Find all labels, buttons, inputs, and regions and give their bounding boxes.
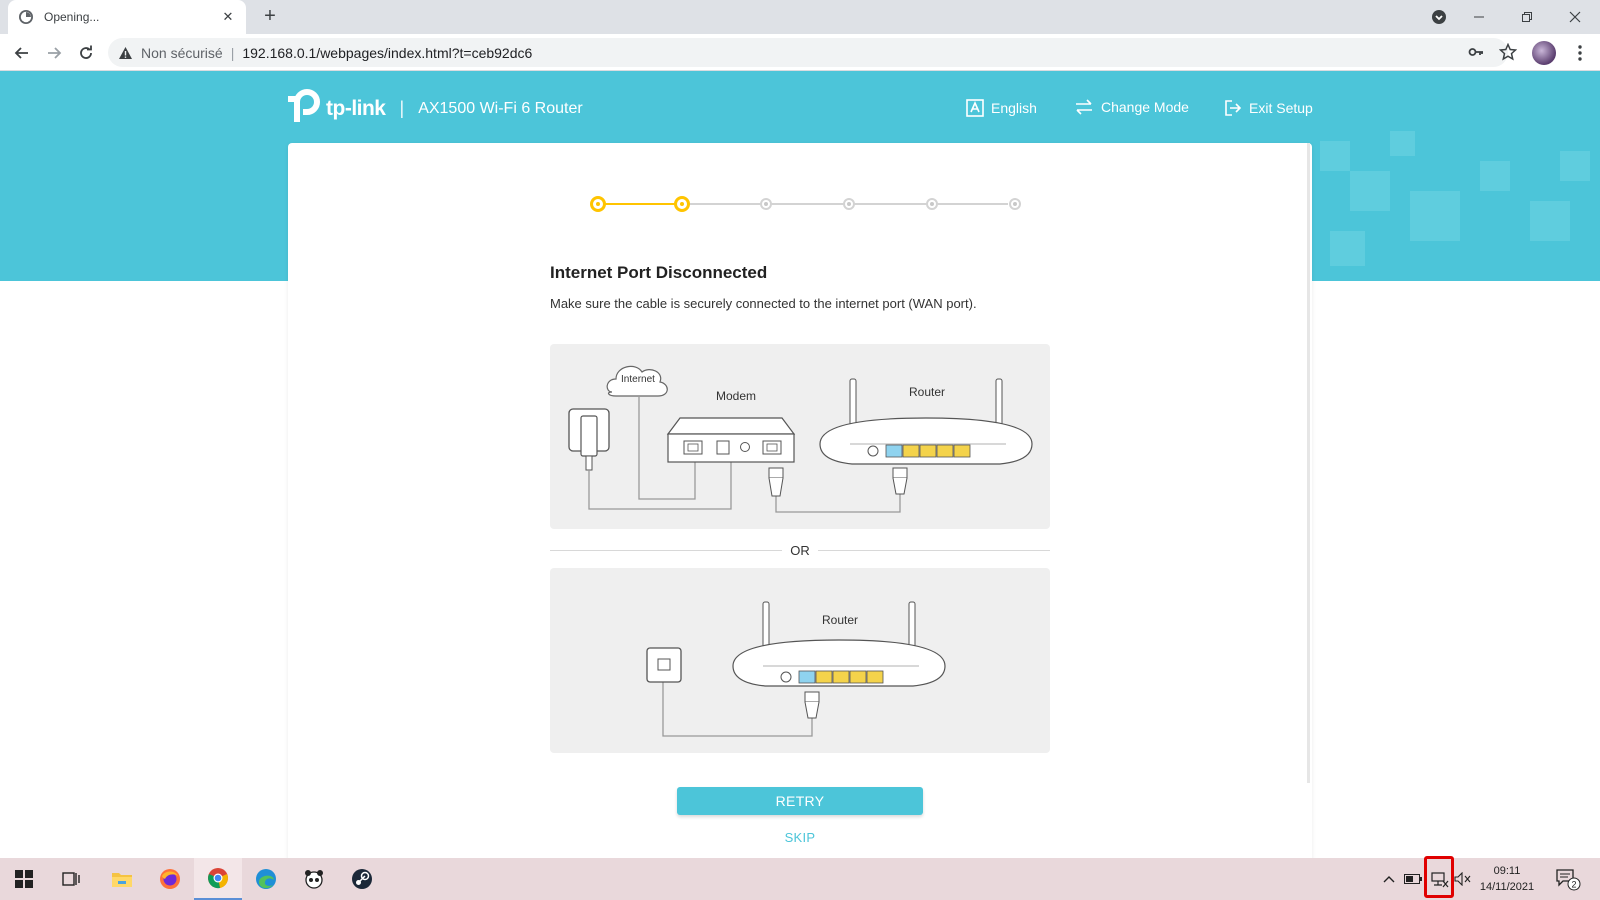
tp-link-logo-icon (288, 88, 322, 129)
chrome-button[interactable] (194, 858, 242, 900)
start-button[interactable] (0, 858, 48, 900)
chevron-up-icon (1383, 876, 1395, 883)
panda-icon (305, 870, 323, 889)
arrow-left-icon (14, 47, 28, 59)
step-2-indicator (674, 196, 690, 212)
step-connector-done (598, 203, 682, 205)
exit-icon (1224, 99, 1242, 117)
folder-icon (112, 873, 132, 887)
language-selector[interactable]: English (966, 99, 1037, 117)
battery-tray-icon[interactable] (1402, 858, 1424, 900)
key-icon (1468, 48, 1483, 56)
app-launcher-button[interactable] (290, 858, 338, 900)
action-center-button[interactable]: 2 (1550, 858, 1586, 900)
change-mode-icon (1074, 99, 1094, 115)
change-mode-link[interactable]: Change Mode (1074, 99, 1189, 115)
url-text[interactable]: 192.168.0.1/webpages/index.html?t=ceb92d… (242, 45, 532, 61)
edge-icon (256, 869, 276, 889)
address-separator: | (230, 44, 235, 61)
step-1-indicator (590, 196, 606, 212)
arrow-right-icon (48, 47, 62, 59)
browser-toolbar: Non sécurisé | 192.168.0.1/webpages/inde… (0, 34, 1600, 71)
close-window-button[interactable] (1552, 0, 1598, 34)
page-title: Internet Port Disconnected (550, 263, 768, 282)
star-icon (1499, 43, 1517, 61)
windows-logo-icon (15, 870, 33, 888)
show-hidden-icons-button[interactable] (1378, 858, 1400, 900)
highlight-annotation (1424, 856, 1454, 898)
power-outlet-icon (568, 408, 610, 471)
router-model-title: AX1500 Wi-Fi 6 Router (418, 99, 583, 117)
ethernet-wall-port-icon (646, 647, 682, 683)
warning-triangle-icon[interactable] (118, 46, 133, 60)
minimize-button[interactable] (1456, 0, 1502, 34)
restore-icon (1522, 12, 1532, 22)
back-button[interactable] (8, 39, 36, 67)
brand-header: tp-link | AX1500 Wi-Fi 6 Router (288, 88, 583, 129)
step-3-indicator (760, 198, 772, 210)
steam-button[interactable] (338, 858, 386, 900)
router-label-2: Router (822, 613, 858, 627)
edge-button[interactable] (242, 858, 290, 900)
modem-router-diagram: Internet Modem Router (550, 344, 1050, 529)
restore-button[interactable] (1504, 0, 1550, 34)
firefox-button[interactable] (146, 858, 194, 900)
browser-menu-button[interactable] (1568, 41, 1592, 65)
task-view-button[interactable] (48, 858, 96, 900)
step-5-indicator (926, 198, 938, 210)
loading-globe-icon (18, 9, 34, 25)
speaker-muted-icon (1454, 872, 1471, 886)
clock-date: 14/11/2021 (1479, 881, 1535, 893)
more-vertical-icon (1578, 45, 1582, 61)
exit-setup-link[interactable]: Exit Setup (1224, 99, 1313, 117)
steam-icon (352, 869, 372, 889)
security-status-label: Non sécurisé (141, 44, 223, 61)
task-view-icon (62, 872, 80, 886)
page-description: Make sure the cable is securely connecte… (550, 296, 977, 311)
notification-icon: 2 (1556, 869, 1581, 891)
file-explorer-button[interactable] (98, 858, 146, 900)
wall-port-router-diagram: Router (550, 568, 1050, 753)
browser-tab-strip: Opening... ✕ + (0, 0, 1600, 34)
step-6-indicator (1009, 198, 1021, 210)
windows-taskbar: 09:11 14/11/2021 2 (0, 858, 1600, 900)
close-icon (1569, 11, 1581, 23)
card-scrollbar[interactable] (1307, 143, 1310, 783)
chrome-icon (208, 868, 228, 889)
progress-stepper (590, 196, 1021, 212)
retry-button[interactable]: RETRY (677, 787, 923, 815)
router-label: Router (909, 385, 945, 399)
system-clock[interactable]: 09:11 14/11/2021 (1474, 863, 1540, 895)
exit-setup-label: Exit Setup (1249, 100, 1313, 116)
skip-link[interactable]: SKIP (770, 830, 830, 845)
browser-tab[interactable]: Opening... ✕ (8, 0, 246, 34)
profile-avatar[interactable] (1532, 41, 1556, 65)
reload-button[interactable] (72, 39, 100, 67)
or-label: OR (782, 543, 818, 558)
chevron-down-circle-icon (1432, 10, 1446, 24)
forward-button[interactable] (40, 39, 68, 67)
reload-icon (80, 45, 92, 59)
notification-count: 2 (1571, 880, 1576, 890)
header-divider: | (399, 98, 405, 118)
language-label: English (991, 100, 1037, 116)
password-key-button[interactable] (1462, 38, 1490, 66)
tab-title: Opening... (44, 10, 100, 24)
internet-label: Internet (621, 374, 655, 385)
minimize-icon (1474, 16, 1484, 18)
logo-text: tp-link (326, 96, 386, 120)
battery-icon (1404, 874, 1422, 884)
language-icon (966, 99, 984, 117)
step-4-indicator (843, 198, 855, 210)
clock-time: 09:11 (1493, 865, 1521, 877)
new-tab-button[interactable]: + (258, 5, 282, 29)
address-bar[interactable]: Non sécurisé | 192.168.0.1/webpages/inde… (108, 38, 1508, 67)
change-mode-label: Change Mode (1101, 99, 1189, 115)
firefox-icon (160, 869, 180, 889)
modem-label: Modem (716, 389, 756, 403)
tab-close-icon[interactable]: ✕ (220, 9, 236, 25)
bookmark-star-button[interactable] (1494, 38, 1522, 66)
volume-tray-icon[interactable] (1452, 858, 1474, 900)
